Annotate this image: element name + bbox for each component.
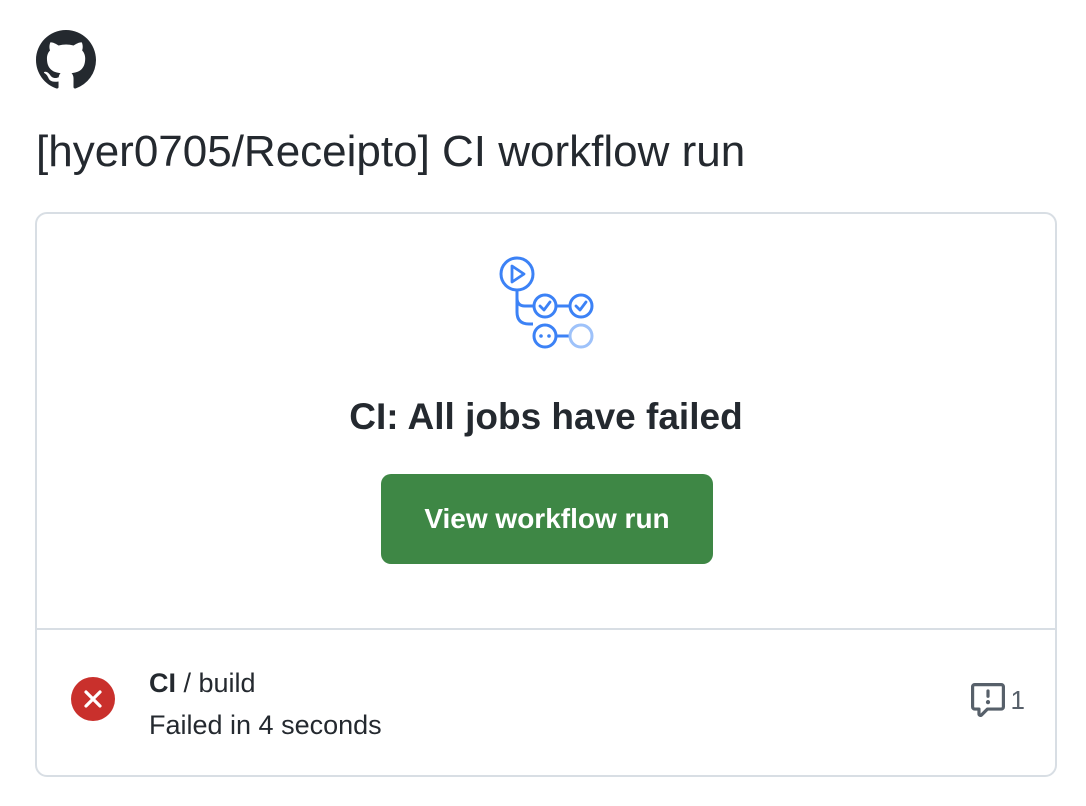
job-status-text: Failed in 4 seconds bbox=[149, 710, 382, 740]
view-workflow-run-button[interactable]: View workflow run bbox=[381, 474, 713, 564]
job-title: build bbox=[198, 668, 256, 698]
workflow-run-icon bbox=[497, 252, 601, 356]
job-row: CI / build Failed in 4 seconds 1 bbox=[37, 630, 1055, 775]
annotation-count: 1 bbox=[1010, 685, 1025, 715]
workflow-card: CI: All jobs have failed View workflow r… bbox=[35, 212, 1057, 777]
job-name[interactable]: CI / build bbox=[149, 666, 256, 700]
job-separator: / bbox=[176, 668, 199, 698]
page-title: [hyer0705/Receipto] CI workflow run bbox=[36, 127, 746, 176]
run-status-headline: CI: All jobs have failed bbox=[349, 396, 743, 437]
annotations-link[interactable]: 1 bbox=[970, 680, 1025, 720]
github-logo-icon[interactable] bbox=[36, 30, 96, 90]
email-page: [hyer0705/Receipto] CI workflow run CI: … bbox=[0, 0, 1086, 806]
workflow-summary: CI: All jobs have failed View workflow r… bbox=[37, 214, 1055, 628]
workflow-name: CI bbox=[149, 668, 176, 698]
x-circle-fill-icon bbox=[70, 676, 116, 722]
comment-alert-icon bbox=[970, 683, 1005, 717]
